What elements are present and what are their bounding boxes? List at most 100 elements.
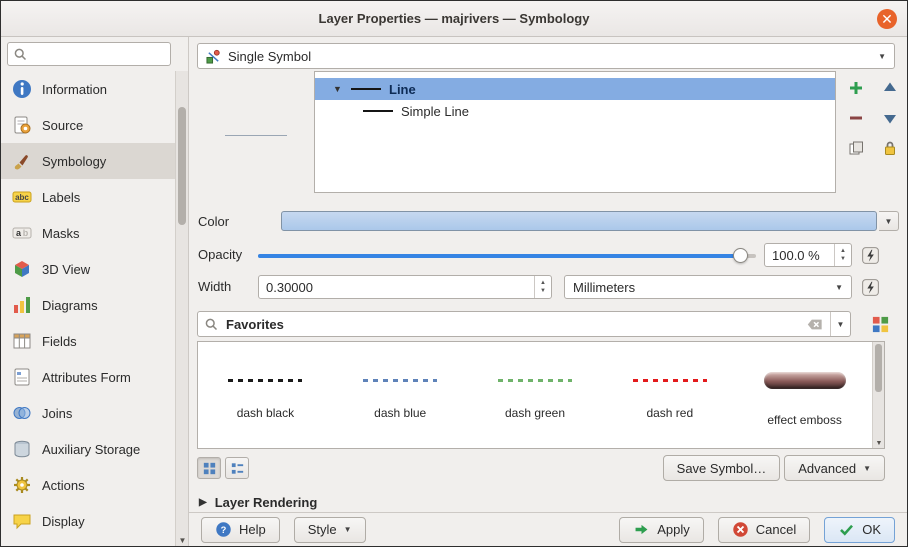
sidebar-scrollbar[interactable]: ▼: [175, 71, 188, 546]
sidebar-item-labels[interactable]: abc Labels: [1, 179, 175, 215]
save-symbol-button[interactable]: Save Symbol…: [663, 455, 781, 481]
apply-button[interactable]: Apply: [619, 517, 704, 543]
lock-color-button[interactable]: [877, 135, 903, 161]
help-button[interactable]: ? Help: [201, 517, 280, 543]
sidebar-search-input[interactable]: [32, 47, 165, 62]
style-button[interactable]: Style ▼: [294, 517, 366, 543]
simple-line-symbol-icon: [363, 110, 393, 112]
symbol-label: dash red: [646, 406, 693, 420]
width-label: Width: [198, 279, 231, 294]
tree-item-simple-line[interactable]: Simple Line: [315, 100, 835, 122]
symbol-list-scrollbar[interactable]: ▼: [872, 342, 884, 448]
color-dropdown-button[interactable]: ▼: [879, 211, 899, 231]
spinbox-arrows[interactable]: ▲▼: [834, 244, 851, 266]
width-spinbox[interactable]: 0.30000 ▲▼: [258, 275, 552, 299]
color-swatch-button[interactable]: [281, 211, 877, 231]
renderer-combo[interactable]: Single Symbol ▼: [197, 43, 895, 69]
opacity-slider[interactable]: [258, 245, 756, 265]
width-override-button[interactable]: [858, 275, 882, 299]
remove-symbol-layer-button[interactable]: [843, 105, 869, 131]
symbol-item-effect-emboss[interactable]: effect emboss: [737, 342, 872, 448]
filter-dropdown-button[interactable]: ▼: [830, 312, 850, 336]
dialog-button-bar: ? Help Style ▼ Apply Cancel OK: [189, 512, 907, 546]
sidebar-item-actions[interactable]: Actions: [1, 467, 175, 503]
width-unit-combo[interactable]: Millimeters ▼: [564, 275, 852, 299]
sidebar-item-3d-view[interactable]: 3D View: [1, 251, 175, 287]
emboss-preview: [764, 372, 846, 389]
display-icon: [11, 510, 33, 532]
advanced-button[interactable]: Advanced▼: [784, 455, 885, 481]
spin-down-icon[interactable]: ▼: [840, 255, 846, 263]
sidebar-item-source[interactable]: Source: [1, 107, 175, 143]
cancel-label: Cancel: [756, 522, 796, 537]
opacity-spinbox[interactable]: 100.0 % ▲▼: [764, 243, 852, 267]
spinbox-arrows[interactable]: ▲▼: [534, 276, 551, 298]
add-symbol-layer-button[interactable]: [843, 75, 869, 101]
sidebar-scrollbar-thumb[interactable]: [178, 107, 186, 225]
style-manager-button[interactable]: [867, 312, 893, 337]
opacity-value: 100.0 %: [772, 248, 834, 263]
sidebar-item-diagrams[interactable]: Diagrams: [1, 287, 175, 323]
symbol-item-dash-green[interactable]: dash green: [468, 342, 603, 448]
scroll-down-arrow-icon[interactable]: ▼: [873, 440, 885, 447]
tree-item-line[interactable]: ▼ Line: [315, 78, 835, 100]
sidebar-item-label: 3D View: [42, 262, 90, 277]
sidebar-item-label: Source: [42, 118, 83, 133]
sidebar-item-auxiliary-storage[interactable]: Auxiliary Storage: [1, 431, 175, 467]
icon-view-button[interactable]: [197, 457, 221, 479]
ok-label: OK: [862, 522, 881, 537]
symbology-icon: [11, 150, 33, 172]
layer-rendering-section-header[interactable]: ▶ Layer Rendering: [199, 495, 317, 510]
chevron-down-icon: ▼: [344, 525, 352, 534]
symbol-list-scrollbar-thumb[interactable]: [875, 344, 882, 392]
spin-down-icon[interactable]: ▼: [540, 287, 546, 295]
single-symbol-icon: [206, 49, 221, 64]
dash-preview: [498, 379, 572, 382]
chevron-down-icon: ▼: [885, 217, 893, 226]
tree-expander-icon[interactable]: ▼: [333, 84, 343, 94]
sidebar-search[interactable]: [7, 42, 171, 66]
spin-up-icon[interactable]: ▲: [540, 279, 546, 287]
source-icon: [11, 114, 33, 136]
sidebar: Information Source Symbology abc Labels …: [1, 37, 189, 546]
sidebar-item-fields[interactable]: Fields: [1, 323, 175, 359]
clear-filter-icon[interactable]: [806, 316, 823, 333]
symbol-item-dash-blue[interactable]: dash blue: [333, 342, 468, 448]
search-icon: [204, 317, 219, 332]
ok-button[interactable]: OK: [824, 517, 895, 543]
sidebar-item-information[interactable]: Information: [1, 71, 175, 107]
help-label: Help: [239, 522, 266, 537]
cancel-button[interactable]: Cancel: [718, 517, 810, 543]
symbol-item-dash-black[interactable]: dash black: [198, 342, 333, 448]
opacity-override-button[interactable]: [858, 243, 882, 267]
scroll-down-arrow-icon[interactable]: ▼: [176, 536, 189, 545]
lock-icon: [881, 139, 899, 157]
move-down-button[interactable]: [877, 105, 903, 131]
arrow-up-icon: [881, 79, 899, 97]
list-view-button[interactable]: [225, 457, 249, 479]
sidebar-item-masks[interactable]: ab Masks: [1, 215, 175, 251]
move-up-button[interactable]: [877, 75, 903, 101]
sidebar-item-label: Auxiliary Storage: [42, 442, 140, 457]
actions-icon: [11, 474, 33, 496]
symbol-filter-combo[interactable]: Favorites ▼: [197, 311, 851, 337]
attributes-form-icon: [11, 366, 33, 388]
spin-up-icon[interactable]: ▲: [840, 247, 846, 255]
symbol-layer-tree[interactable]: ▼ Line Simple Line: [314, 71, 836, 193]
slider-handle[interactable]: [733, 248, 748, 263]
close-button[interactable]: ✕: [877, 9, 897, 29]
sidebar-item-symbology[interactable]: Symbology: [1, 143, 175, 179]
sidebar-item-label: Joins: [42, 406, 72, 421]
symbol-item-dash-red[interactable]: dash red: [602, 342, 737, 448]
color-label: Color: [198, 214, 229, 229]
symbol-label: dash green: [505, 406, 565, 420]
sidebar-item-joins[interactable]: Joins: [1, 395, 175, 431]
cancel-icon: [732, 521, 749, 538]
apply-label: Apply: [657, 522, 690, 537]
renderer-label: Single Symbol: [228, 49, 311, 64]
sidebar-item-display[interactable]: Display: [1, 503, 175, 539]
sidebar-item-attributes-form[interactable]: Attributes Form: [1, 359, 175, 395]
titlebar[interactable]: Layer Properties — majrivers — Symbology…: [1, 1, 907, 37]
svg-text:b: b: [23, 228, 29, 238]
duplicate-symbol-layer-button[interactable]: [843, 135, 869, 161]
